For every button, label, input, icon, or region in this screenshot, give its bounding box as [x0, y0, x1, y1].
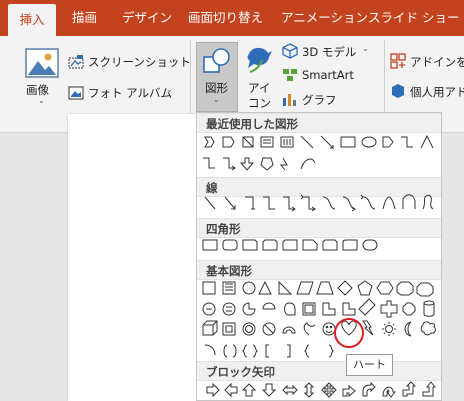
ribbon-tab-bar: 挿入 描画 デザイン 画面切り替え アニメーション スライド ショー: [0, 0, 464, 36]
shapes-gallery: 最近使用した図形 線 四角形 基本図形 ブロック矢印: [196, 112, 442, 401]
shapes-grid[interactable]: [197, 113, 441, 400]
insert-image-button[interactable]: 画像 ⌄: [22, 44, 62, 105]
cube-icon: [282, 43, 298, 59]
image-icon: [25, 48, 59, 78]
tab-draw[interactable]: 描画: [72, 0, 97, 36]
store-icon: [390, 53, 406, 69]
get-addins-label: アドインを入: [410, 55, 464, 69]
shape-tooltip: ハート: [346, 354, 393, 376]
tab-slideshow[interactable]: スライド ショー: [368, 0, 459, 36]
icons-label-2: コン: [248, 96, 271, 110]
smartart-icon: [283, 69, 297, 81]
graph-label: グラフ: [302, 93, 337, 107]
tab-design[interactable]: デザイン: [122, 0, 172, 36]
heart-highlight-circle: [334, 318, 364, 348]
chevron-down-icon: ⌄: [171, 54, 178, 63]
shapes-icon: [203, 48, 230, 73]
photo-album-icon: [68, 86, 84, 100]
3d-model-label: 3D モデル: [302, 45, 357, 59]
chevron-down-icon: ⌄: [362, 44, 369, 53]
shapes-button[interactable]: 図形 ⌄: [196, 42, 238, 112]
my-addins-label: 個人用アド: [410, 85, 464, 99]
tab-transitions[interactable]: 画面切り替え: [188, 0, 263, 36]
3d-model-button[interactable]: 3D モデル ⌄: [282, 42, 378, 60]
shapes-label: 図形: [205, 81, 228, 95]
photo-album-button[interactable]: フォト アルバム ⌄: [68, 83, 180, 103]
tab-animations[interactable]: アニメーション: [281, 0, 368, 36]
get-addins-button[interactable]: アドインを入: [390, 52, 464, 70]
smartart-label: SmartArt: [302, 68, 354, 82]
my-addins-button[interactable]: 個人用アド: [390, 82, 464, 100]
bar-chart-icon: [283, 94, 296, 106]
icons-icon: [247, 47, 272, 73]
chevron-down-icon: ⌄: [213, 95, 220, 104]
chevron-down-icon: ⌄: [38, 96, 45, 105]
graph-button[interactable]: グラフ: [282, 90, 372, 108]
tab-insert[interactable]: 挿入: [8, 4, 56, 36]
photo-album-label: フォト アルバム: [88, 86, 173, 100]
slide-canvas[interactable]: [68, 114, 208, 401]
icons-button[interactable]: アイ コン: [242, 42, 276, 112]
chevron-down-icon: ⌄: [166, 85, 173, 94]
my-addins-icon: [392, 84, 404, 98]
screenshot-button[interactable]: スクリーンショット ⌄: [68, 52, 191, 72]
icons-label-1: アイ: [248, 81, 271, 95]
smartart-button[interactable]: SmartArt: [282, 66, 372, 84]
screenshot-icon: [68, 55, 84, 69]
